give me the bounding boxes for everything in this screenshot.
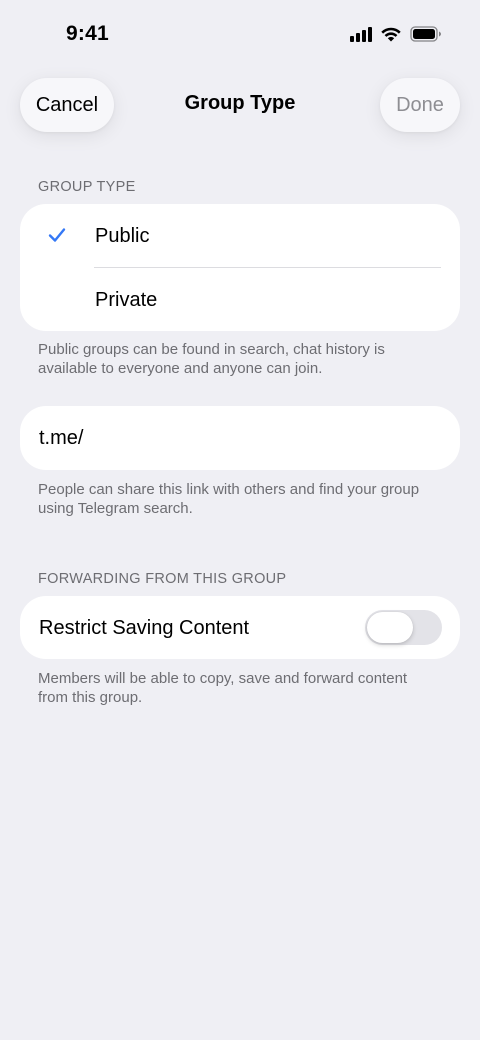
battery-icon: [410, 26, 441, 42]
group-type-section-header: GROUP TYPE: [38, 179, 136, 195]
forwarding-footer: Members will be able to copy, save and f…: [38, 670, 408, 706]
done-button[interactable]: Done: [380, 78, 460, 132]
option-private[interactable]: Private: [20, 268, 460, 331]
status-bar-time: 9:41: [66, 22, 109, 45]
option-public-label: Public: [95, 225, 150, 247]
forwarding-section-header: FORWARDING FROM THIS GROUP: [38, 571, 287, 587]
link-prefix: t.me/: [39, 427, 84, 449]
link-field[interactable]: t.me/: [20, 406, 460, 470]
group-type-footer: Public groups can be found in search, ch…: [38, 341, 385, 377]
toggle-knob: [367, 612, 413, 643]
restrict-saving-row: Restrict Saving Content: [20, 596, 460, 659]
cellular-signal-icon: [350, 26, 372, 42]
link-footer: People can share this link with others a…: [38, 481, 420, 517]
group-type-card: Public Private: [20, 204, 460, 331]
option-public[interactable]: Public: [20, 204, 460, 267]
restrict-saving-label: Restrict Saving Content: [39, 617, 250, 639]
option-private-label: Private: [95, 289, 158, 311]
restrict-saving-toggle[interactable]: [365, 610, 442, 645]
status-bar-icons: [350, 26, 442, 42]
checkmark-icon: [48, 228, 66, 242]
link-input[interactable]: [90, 420, 440, 456]
wifi-icon: [381, 27, 401, 42]
